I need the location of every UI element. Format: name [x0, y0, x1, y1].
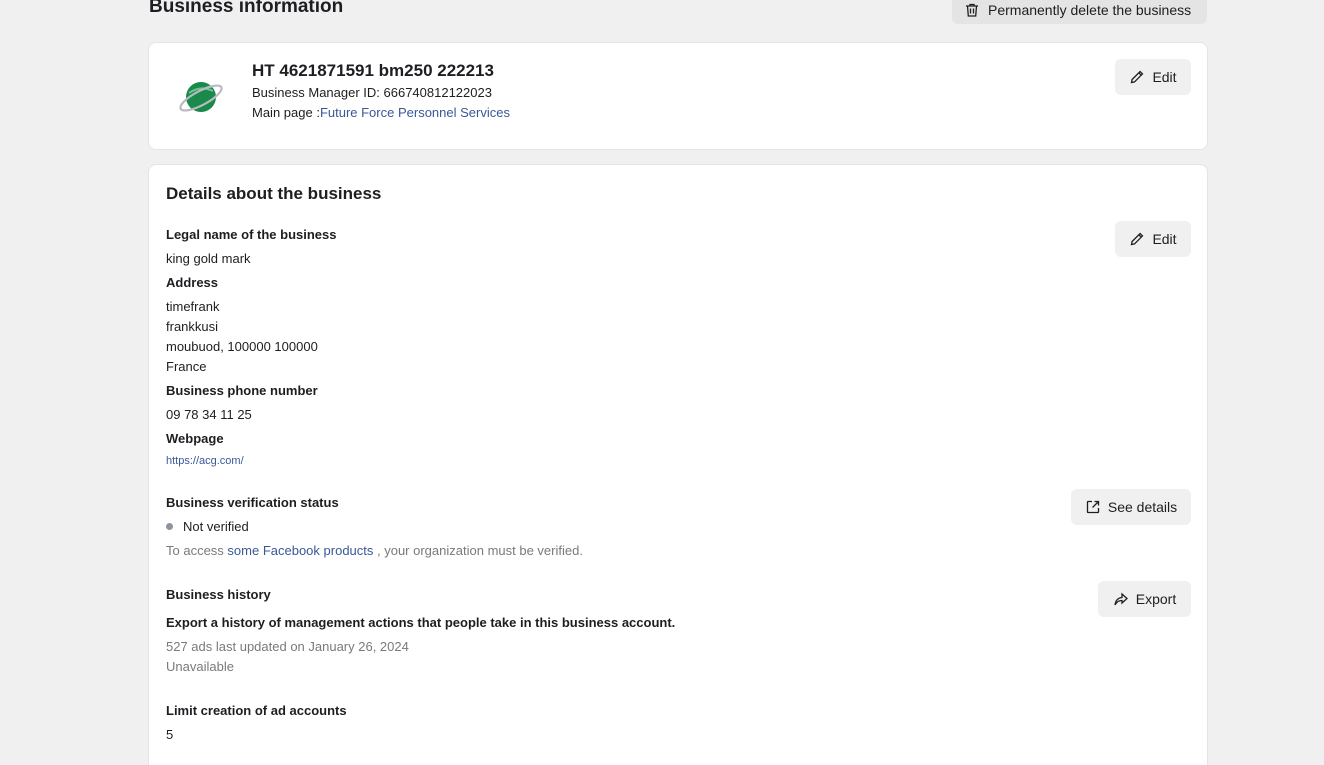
limit-value: 5 [166, 727, 174, 742]
facebook-products-link[interactable]: some Facebook products [227, 543, 373, 558]
main-page-label: Main page : [252, 105, 320, 120]
main-page-row: Main page :Future Force Personnel Servic… [252, 105, 510, 120]
verification-status: Not verified [166, 519, 249, 534]
verification-note: To access some Facebook products , your … [166, 543, 583, 558]
main-page-link[interactable]: Future Force Personnel Services [320, 105, 510, 120]
address-line: moubuod, 100000 100000 [166, 339, 318, 354]
history-label: Business history [166, 587, 271, 602]
history-status: Unavailable [166, 659, 234, 674]
export-label: Export [1135, 591, 1177, 607]
external-link-icon [1086, 500, 1100, 514]
business-logo-planet-icon [179, 82, 223, 112]
see-details-label: See details [1107, 499, 1178, 515]
address-line: frankkusi [166, 319, 219, 334]
phone-label: Business phone number [166, 383, 318, 398]
address-line: France [166, 359, 207, 374]
delete-business-label: Permanently delete the business [988, 2, 1192, 18]
delete-business-button[interactable]: Permanently delete the business [952, 0, 1207, 24]
address-line: timefrank [166, 299, 220, 314]
history-updated: 527 ads last updated on January 26, 2024 [166, 639, 409, 654]
see-details-button[interactable]: See details [1071, 489, 1191, 525]
business-manager-id: Business Manager ID: 666740812122023 [252, 85, 492, 100]
edit-details-label: Edit [1152, 231, 1177, 247]
verification-note-prefix: To access [166, 543, 228, 558]
pencil-icon [1131, 232, 1144, 246]
share-arrow-icon [1114, 592, 1128, 606]
page-title: Business information [149, 0, 344, 17]
webpage-link[interactable]: https://acg.com/ [166, 455, 244, 467]
trash-icon [966, 3, 978, 17]
address-label: Address [166, 275, 219, 290]
legal-name-label: Legal name of the business [166, 227, 337, 242]
business-details-card: Details about the business Edit Legal na… [148, 164, 1208, 765]
phone-value: 09 78 34 11 25 [166, 407, 252, 422]
edit-business-button[interactable]: Edit [1115, 59, 1191, 95]
business-info-page: Business information Permanently delete … [0, 0, 1324, 765]
pencil-icon [1131, 70, 1144, 84]
status-dot [166, 523, 173, 531]
details-title: Details about the business [166, 184, 382, 203]
verification-status-text: Not verified [183, 519, 249, 534]
history-description: Export a history of management actions t… [166, 615, 676, 630]
legal-name-value: king gold mark [166, 251, 251, 266]
webpage-label: Webpage [166, 431, 224, 446]
export-button[interactable]: Export [1098, 581, 1191, 617]
limit-label: Limit creation of ad accounts [166, 703, 347, 718]
business-name: HT 4621871591 bm250 222213 [252, 61, 494, 80]
edit-details-button[interactable]: Edit [1115, 221, 1191, 257]
verification-note-suffix: , your organization must be verified. [373, 543, 583, 558]
verification-label: Business verification status [166, 495, 339, 510]
edit-business-label: Edit [1152, 69, 1177, 85]
business-summary-card: HT 4621871591 bm250 222213 Business Mana… [148, 42, 1208, 150]
